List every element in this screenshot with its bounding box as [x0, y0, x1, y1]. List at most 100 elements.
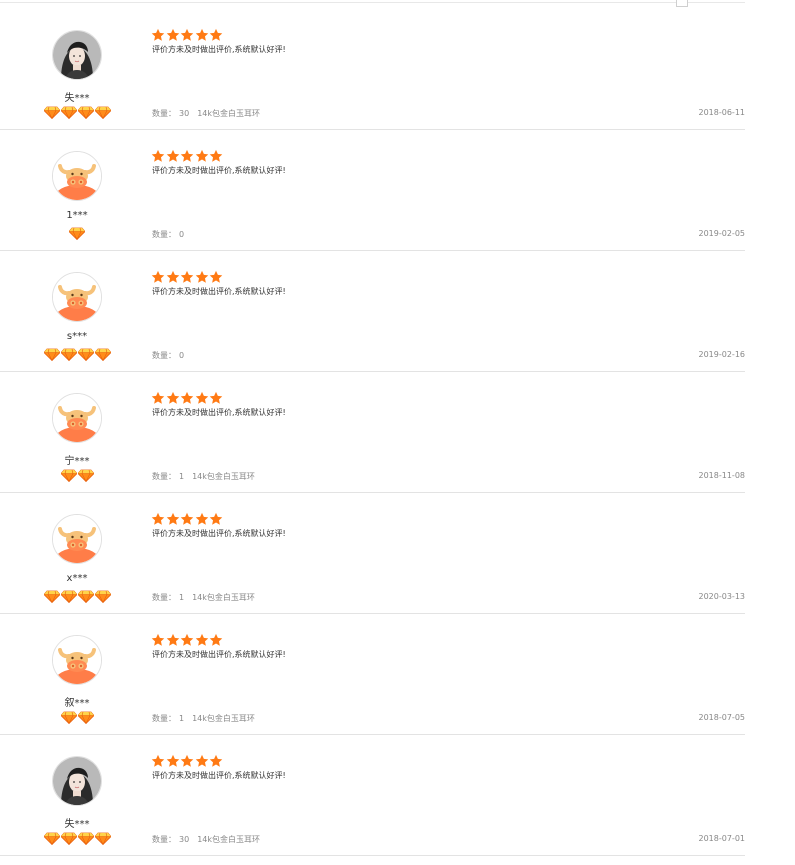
- review-date: 2018-11-08: [698, 471, 746, 480]
- product-name[interactable]: 14k包金白玉耳环: [197, 835, 260, 844]
- diamond-icon: [93, 348, 112, 362]
- review-text: 评价方未及时做出评价,系统默认好评!: [152, 408, 286, 417]
- quantity-value: 30: [179, 835, 190, 844]
- review-date: 2018-06-11: [698, 108, 746, 117]
- rating-stars: [151, 149, 224, 163]
- quantity-label: 数量：: [152, 714, 176, 723]
- product-name[interactable]: 14k包金白玉耳环: [197, 109, 260, 118]
- order-meta: 数量： 30 14k包金白玉耳环: [152, 834, 260, 845]
- review-item: 叙*** 评价方未及时做出评价,系统默认好评! 数量： 1 14k包金白玉耳环 2018-…: [0, 614, 745, 735]
- product-name[interactable]: 14k包金白玉耳环: [192, 714, 255, 723]
- quantity-label: 数量：: [152, 593, 176, 602]
- user-level-gems: [0, 832, 154, 846]
- top-divider: [0, 2, 745, 3]
- user-level-gems: [0, 590, 154, 604]
- diamond-icon: [93, 832, 112, 846]
- diamond-icon: [42, 590, 61, 604]
- star-icon: [195, 28, 209, 42]
- user-avatar-bull[interactable]: [52, 151, 102, 201]
- star-icon: [195, 391, 209, 405]
- diamond-icon: [76, 711, 95, 725]
- star-icon: [195, 633, 209, 647]
- star-icon: [209, 512, 223, 526]
- star-icon: [209, 149, 223, 163]
- rating-stars: [151, 512, 224, 526]
- user-level-gems: [0, 469, 154, 483]
- star-icon: [180, 270, 194, 284]
- diamond-icon: [59, 711, 78, 725]
- diamond-icon: [42, 348, 61, 362]
- star-icon: [180, 633, 194, 647]
- star-icon: [195, 149, 209, 163]
- review-date: 2020-03-13: [698, 592, 746, 601]
- user-avatar-bull[interactable]: [52, 272, 102, 322]
- quantity-label: 数量：: [152, 835, 176, 844]
- star-icon: [195, 512, 209, 526]
- diamond-icon: [93, 590, 112, 604]
- username: 1***: [66, 210, 88, 221]
- star-icon: [166, 270, 180, 284]
- review-item: 失*** 评价方未及时做出评价,系统默认好评! 数量： 30 14k包金白玉耳环 2018…: [0, 735, 745, 856]
- star-icon: [166, 512, 180, 526]
- star-icon: [151, 391, 165, 405]
- star-icon: [209, 270, 223, 284]
- user-avatar-bull[interactable]: [52, 393, 102, 443]
- star-icon: [166, 754, 180, 768]
- star-icon: [166, 149, 180, 163]
- star-icon: [151, 512, 165, 526]
- quantity-label: 数量：: [152, 351, 176, 360]
- username: 宁***: [64, 456, 90, 467]
- user-level-gems: [0, 227, 154, 241]
- quantity-value: 0: [179, 351, 185, 360]
- star-icon: [180, 512, 194, 526]
- star-icon: [209, 633, 223, 647]
- diamond-icon: [76, 832, 95, 846]
- star-icon: [195, 270, 209, 284]
- star-icon: [209, 754, 223, 768]
- quantity-value: 30: [179, 109, 190, 118]
- quantity-label: 数量：: [152, 109, 176, 118]
- diamond-icon: [59, 348, 78, 362]
- star-icon: [151, 633, 165, 647]
- quantity-value: 1: [179, 714, 185, 723]
- review-text: 评价方未及时做出评价,系统默认好评!: [152, 166, 286, 175]
- username: 失***: [64, 819, 90, 830]
- username: 叙***: [64, 698, 90, 709]
- rating-stars: [151, 28, 224, 42]
- star-icon: [151, 270, 165, 284]
- user-avatar-bull[interactable]: [52, 635, 102, 685]
- review-item: s*** 评价方未及时做出评价,系统默认好评! 数量： 0 2019-02-16: [0, 251, 745, 372]
- star-icon: [180, 391, 194, 405]
- dropdown-tab[interactable]: [676, 0, 688, 7]
- username: 失***: [64, 93, 90, 104]
- star-icon: [180, 149, 194, 163]
- star-icon: [195, 754, 209, 768]
- username: x***: [66, 573, 88, 584]
- product-name[interactable]: 14k包金白玉耳环: [192, 593, 255, 602]
- order-meta: 数量： 0: [152, 229, 184, 240]
- quantity-value: 1: [179, 472, 185, 481]
- star-icon: [151, 28, 165, 42]
- review-text: 评价方未及时做出评价,系统默认好评!: [152, 287, 286, 296]
- user-level-gems: [0, 711, 154, 725]
- user-avatar-photo[interactable]: [52, 30, 102, 80]
- order-meta: 数量： 0: [152, 350, 184, 361]
- quantity-label: 数量：: [152, 472, 176, 481]
- user-avatar-bull[interactable]: [52, 514, 102, 564]
- star-icon: [180, 754, 194, 768]
- review-text: 评价方未及时做出评价,系统默认好评!: [152, 529, 286, 538]
- rating-stars: [151, 391, 224, 405]
- star-icon: [209, 28, 223, 42]
- order-meta: 数量： 1 14k包金白玉耳环: [152, 592, 255, 603]
- diamond-icon: [59, 832, 78, 846]
- rating-stars: [151, 633, 224, 647]
- username: s***: [66, 331, 88, 342]
- diamond-icon: [59, 469, 78, 483]
- product-name[interactable]: 14k包金白玉耳环: [192, 472, 255, 481]
- star-icon: [166, 633, 180, 647]
- rating-stars: [151, 270, 224, 284]
- quantity-label: 数量：: [152, 230, 176, 239]
- user-avatar-photo[interactable]: [52, 756, 102, 806]
- star-icon: [209, 391, 223, 405]
- diamond-icon: [68, 227, 86, 241]
